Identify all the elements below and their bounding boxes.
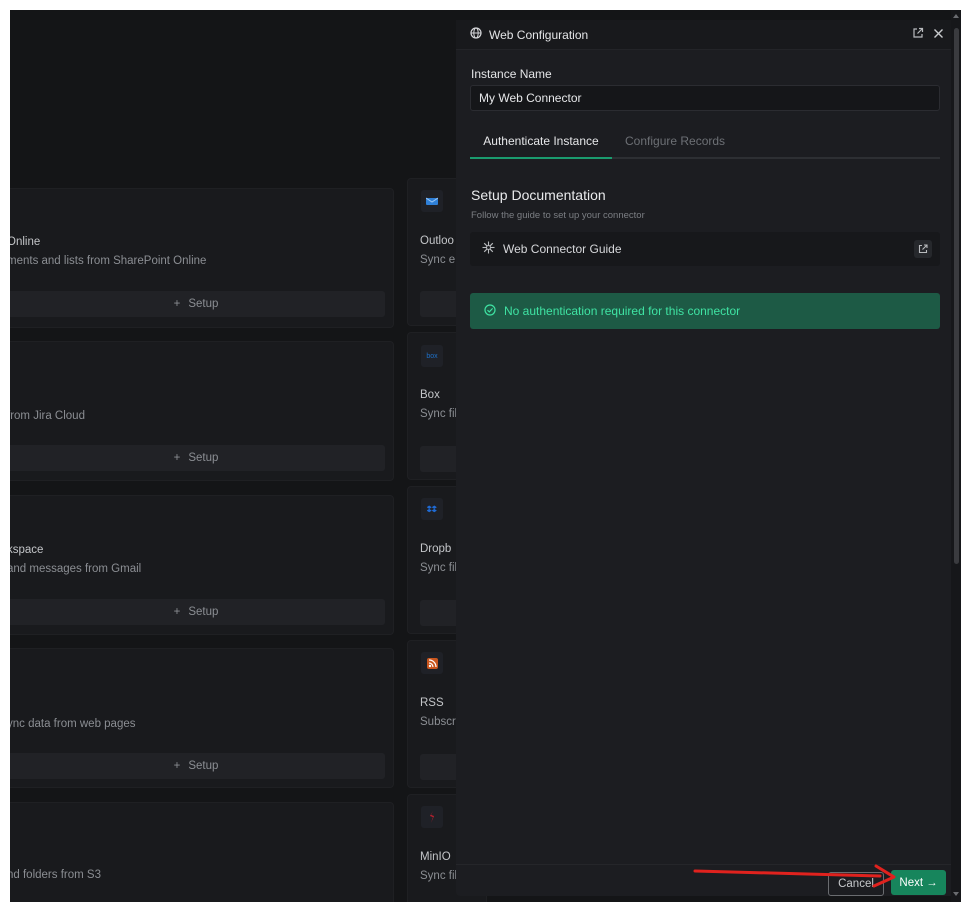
card-description: ync data from web pages bbox=[10, 718, 136, 730]
guide-label: Web Connector Guide bbox=[503, 242, 622, 256]
cancel-button[interactable]: Cancel bbox=[828, 872, 884, 896]
scroll-thumb[interactable] bbox=[954, 28, 959, 564]
card-description: Sync fil bbox=[420, 408, 458, 420]
card-description: Sync fil bbox=[420, 870, 458, 882]
setup-documentation-heading: Setup Documentation bbox=[471, 187, 606, 203]
card-title: Online bbox=[10, 236, 41, 248]
minio-icon bbox=[421, 806, 443, 828]
no-auth-required-banner: No authentication required for this conn… bbox=[470, 293, 940, 329]
connector-card-s3: nd folders from S3 bbox=[10, 802, 394, 902]
card-title: Outloo bbox=[420, 235, 454, 247]
card-description: ments and lists from SharePoint Online bbox=[10, 255, 207, 267]
setup-label: Setup bbox=[188, 760, 219, 772]
web-connector-guide-link[interactable]: Web Connector Guide bbox=[470, 232, 940, 266]
tab-authenticate-instance[interactable]: Authenticate Instance bbox=[470, 130, 612, 159]
plus-icon: + bbox=[173, 760, 181, 772]
card-title: kspace bbox=[10, 544, 44, 556]
setup-button[interactable]: + Setup bbox=[10, 599, 385, 625]
scrollbar[interactable] bbox=[951, 10, 961, 902]
app-frame: Online ments and lists from SharePoint O… bbox=[10, 10, 961, 902]
close-icon[interactable] bbox=[933, 27, 944, 43]
plus-icon: + bbox=[173, 452, 181, 464]
arrow-right-icon: → bbox=[926, 876, 938, 889]
panel-header: Web Configuration bbox=[456, 20, 957, 50]
instance-name-label: Instance Name bbox=[471, 67, 552, 81]
card-description: Sync e bbox=[420, 254, 456, 266]
open-external-icon[interactable] bbox=[914, 240, 932, 258]
rss-icon bbox=[421, 652, 443, 674]
tab-configure-records[interactable]: Configure Records bbox=[625, 130, 725, 159]
guide-icon bbox=[482, 241, 495, 257]
card-title: MinIO bbox=[420, 851, 451, 863]
web-configuration-panel: Web Configuration Instance Name Authenti… bbox=[456, 20, 957, 896]
card-description: from Jira Cloud bbox=[10, 410, 85, 422]
check-circle-icon bbox=[484, 303, 496, 319]
card-title: RSS bbox=[420, 697, 444, 709]
plus-icon: + bbox=[173, 298, 181, 310]
card-title: Box bbox=[420, 389, 440, 401]
next-label: Next bbox=[899, 876, 924, 889]
card-description: Subscr bbox=[420, 716, 456, 728]
panel-title: Web Configuration bbox=[489, 27, 589, 42]
globe-icon bbox=[470, 27, 482, 42]
scroll-down-arrow[interactable] bbox=[953, 892, 959, 896]
box-icon: box bbox=[421, 345, 443, 367]
card-description: nd folders from S3 bbox=[10, 869, 101, 881]
external-link-icon[interactable] bbox=[912, 27, 924, 43]
setup-button[interactable]: + Setup bbox=[10, 291, 385, 317]
panel-footer: Cancel Next → bbox=[456, 864, 957, 896]
plus-icon: + bbox=[173, 606, 181, 618]
tab-bar: Authenticate Instance Configure Records bbox=[470, 130, 940, 159]
dropbox-icon bbox=[421, 498, 443, 520]
connector-card-web: ync data from web pages + Setup bbox=[10, 648, 394, 788]
setup-label: Setup bbox=[188, 452, 219, 464]
next-button[interactable]: Next → bbox=[891, 870, 946, 895]
outlook-icon bbox=[421, 190, 443, 212]
auth-message: No authentication required for this conn… bbox=[504, 304, 741, 318]
scroll-up-arrow[interactable] bbox=[953, 14, 959, 18]
setup-documentation-subtitle: Follow the guide to set up your connecto… bbox=[471, 210, 645, 221]
setup-button[interactable]: + Setup bbox=[10, 753, 385, 779]
connector-card-jira: from Jira Cloud + Setup bbox=[10, 341, 394, 481]
connector-card-google-workspace: kspace and messages from Gmail + Setup bbox=[10, 495, 394, 635]
setup-label: Setup bbox=[188, 606, 219, 618]
connector-card-sharepoint: Online ments and lists from SharePoint O… bbox=[10, 188, 394, 328]
setup-label: Setup bbox=[188, 298, 219, 310]
setup-button[interactable]: + Setup bbox=[10, 445, 385, 471]
card-description: Sync fil bbox=[420, 562, 458, 574]
instance-name-input[interactable] bbox=[470, 85, 940, 111]
card-description: and messages from Gmail bbox=[10, 563, 142, 575]
card-title: Dropb bbox=[420, 543, 452, 555]
